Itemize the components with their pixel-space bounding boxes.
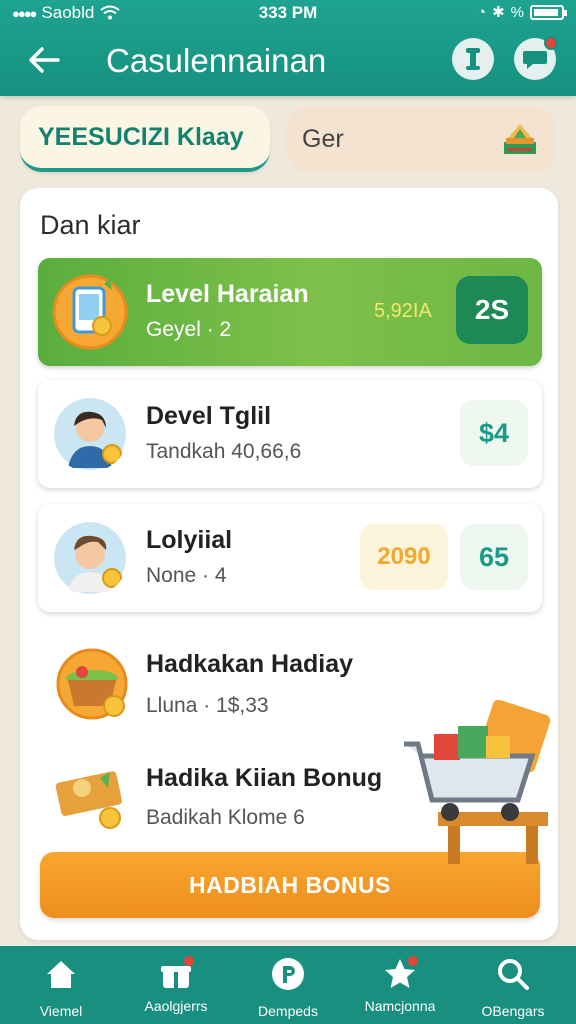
boy-avatar [54,522,126,594]
app-bar: Casulennainan [0,30,576,90]
battery-icon [530,4,567,20]
points-icon [272,958,304,990]
notification-dot [408,956,418,966]
cta-label: HADBIAH BONUS [189,871,391,898]
row-subtitle: None · 4 [146,564,227,587]
bonus-title: Hadika Kiian Bonug [146,764,383,792]
row-value[interactable]: 2090 [360,524,448,590]
home-icon [47,961,75,988]
row-subtitle: Geyel · 2 [146,318,232,341]
reward-row-level[interactable]: Level Haraian Geyel · 2 5,92IA 2S [38,258,542,366]
battery-percent: % [510,3,524,21]
row-subtitle: Tandkah 40,66,6 [146,440,302,463]
reward-row-loyal[interactable]: Lolyiial None · 4 2090 65 [38,504,542,612]
tab-secondary-label: Ger [302,124,344,153]
nav-label: Dempeds [258,1003,318,1019]
nav-gifts[interactable]: Aaolgjerrs [126,956,226,1014]
row-title: Devel Tglil [146,402,272,430]
nav-home[interactable]: Viemel [11,956,111,1019]
gift-tray-icon [55,771,122,829]
row-title: Level Haraian [146,280,309,308]
app-header: ●●●● Saobld 333 PM ◔ ✱ % Casulennainan [0,0,576,96]
tab-secondary[interactable]: Ger [286,106,556,172]
row-badge[interactable]: 2S [456,276,528,344]
page-title: Casulennainan [106,42,327,79]
info-icon [466,48,480,70]
shop-stall-icon [504,124,536,154]
tab-primary-label: YEESUCIZI Klaay [38,122,244,151]
bonus-title: Hadkakan Hadiay [146,650,354,678]
row-badge[interactable]: 65 [460,524,528,590]
gift-icon [158,956,194,992]
reward-row-devel[interactable]: Devel Tglil Tandkah 40,66,6 $4 [38,380,542,488]
tab-primary[interactable]: YEESUCIZI Klaay [20,106,270,172]
nav-label: Aaolgjerrs [144,998,208,1014]
nav-label: Viemel [39,1003,83,1019]
row-title: Lolyiial [146,526,233,554]
info-button[interactable] [452,38,494,80]
panel-title: Dan kiar [40,210,141,240]
nav-search[interactable]: OBengars [463,956,563,1019]
search-icon [498,959,529,990]
location-icon: ◔ [477,3,487,21]
chat-button[interactable] [514,36,558,80]
status-bar: ●●●● Saobld 333 PM ◔ ✱ % [0,0,576,26]
bluetooth-icon: ✱ [492,4,505,21]
chat-icon [523,51,547,69]
nav-points[interactable]: Dempeds [238,956,338,1019]
bottom-navigation: Viemel Aaolgjerrs Dempeds Namcjonna OBen… [0,946,576,1024]
basket-icon [56,648,128,720]
nav-label: OBengars [481,1003,545,1019]
bonus-subtitle: Lluna · 1$,33 [146,694,269,717]
girl-avatar [54,398,126,470]
level-reward-icon [52,274,128,350]
shopping-cart-illustration [404,700,551,864]
notification-dot [544,36,558,50]
star-icon [382,956,418,992]
back-arrow-icon[interactable] [24,40,64,80]
bonus-subtitle: Badikah Klome 6 [146,806,305,829]
row-value: 5,92IA [374,300,432,322]
nav-label: Namcjonna [364,998,436,1014]
row-badge[interactable]: $4 [460,400,528,466]
nav-rewards[interactable]: Namcjonna [350,956,450,1014]
notification-dot [184,956,194,966]
